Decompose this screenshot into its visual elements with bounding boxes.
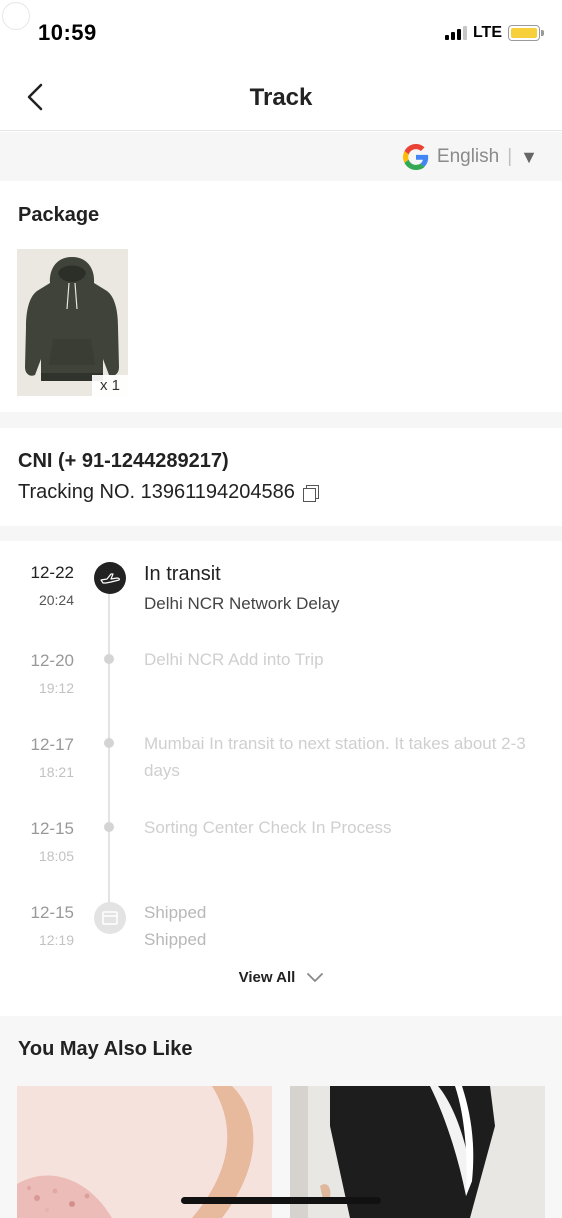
event-date: 12-15 bbox=[30, 903, 74, 922]
tracking-number-row: Tracking NO. 13961194204586 bbox=[18, 481, 319, 504]
event-detail: Delhi NCR Add into Trip bbox=[144, 650, 324, 669]
event-time: 18:21 bbox=[38, 764, 74, 780]
view-all-label: View All bbox=[238, 969, 296, 986]
package-section: Package x 1 bbox=[0, 181, 562, 412]
language-separator: | bbox=[507, 146, 513, 167]
timeline-dot bbox=[104, 738, 114, 748]
status-indicators: LTE bbox=[444, 24, 544, 42]
item-quantity: x 1 bbox=[91, 375, 128, 396]
event-date: 12-22 bbox=[30, 563, 74, 582]
airplane-icon bbox=[94, 562, 126, 594]
status-time: 10:59 bbox=[38, 20, 97, 45]
carrier-section: CNI (+ 91-1244289217) Tracking NO. 13961… bbox=[0, 428, 562, 526]
event-time: 18:05 bbox=[38, 848, 74, 864]
event-status: In transit bbox=[144, 563, 221, 585]
package-item-thumbnail[interactable]: x 1 bbox=[17, 249, 128, 396]
google-g-icon bbox=[402, 144, 429, 170]
status-bar: 10:59 LTE bbox=[0, 0, 562, 64]
signal-icon bbox=[444, 26, 467, 40]
section-divider bbox=[0, 412, 562, 428]
event-time: 19:12 bbox=[38, 680, 74, 696]
carrier-name: CNI (+ 91-1244289217) bbox=[18, 450, 229, 472]
section-divider bbox=[0, 526, 562, 541]
translate-bar: English | ▼ bbox=[0, 132, 562, 181]
timeline-line bbox=[108, 579, 110, 919]
chevron-down-icon bbox=[307, 972, 324, 982]
event-status: Shipped bbox=[144, 903, 207, 922]
network-label: LTE bbox=[472, 24, 502, 41]
event-detail: Shipped bbox=[144, 930, 207, 949]
language-label: English bbox=[436, 146, 500, 167]
timeline-dot bbox=[104, 654, 114, 664]
event-date: 12-17 bbox=[30, 735, 74, 754]
home-indicator[interactable] bbox=[181, 1197, 381, 1204]
copy-icon[interactable] bbox=[302, 484, 319, 502]
box-icon bbox=[94, 902, 126, 934]
event-date: 12-20 bbox=[30, 651, 74, 670]
event-detail: Delhi NCR Network Delay bbox=[144, 594, 340, 613]
event-detail: Mumbai In transit to next station. It ta… bbox=[144, 734, 526, 780]
battery-icon bbox=[508, 25, 544, 41]
recommendations-title: You May Also Like bbox=[18, 1038, 193, 1060]
view-all-button[interactable]: View All bbox=[0, 969, 562, 986]
tracking-number: Tracking NO. 13961194204586 bbox=[18, 481, 295, 503]
olive-hoodie-product bbox=[17, 249, 128, 396]
page-title: Track bbox=[249, 84, 313, 111]
language-selector[interactable]: English | ▼ bbox=[402, 144, 538, 170]
page-header: Track bbox=[0, 64, 562, 131]
recommendations-section: You May Also Like bbox=[0, 1016, 562, 1218]
event-time: 20:24 bbox=[38, 592, 74, 608]
event-date: 12-15 bbox=[30, 819, 74, 838]
assistive-touch-icon bbox=[2, 2, 30, 30]
tracking-timeline: 12-22 20:24 In transit Delhi NCR Network… bbox=[0, 541, 562, 1000]
package-title: Package bbox=[18, 204, 100, 226]
timeline-dot bbox=[104, 822, 114, 832]
dropdown-caret-icon: ▼ bbox=[520, 146, 538, 167]
event-time: 12:19 bbox=[38, 932, 74, 948]
event-detail: Sorting Center Check In Process bbox=[144, 818, 392, 837]
